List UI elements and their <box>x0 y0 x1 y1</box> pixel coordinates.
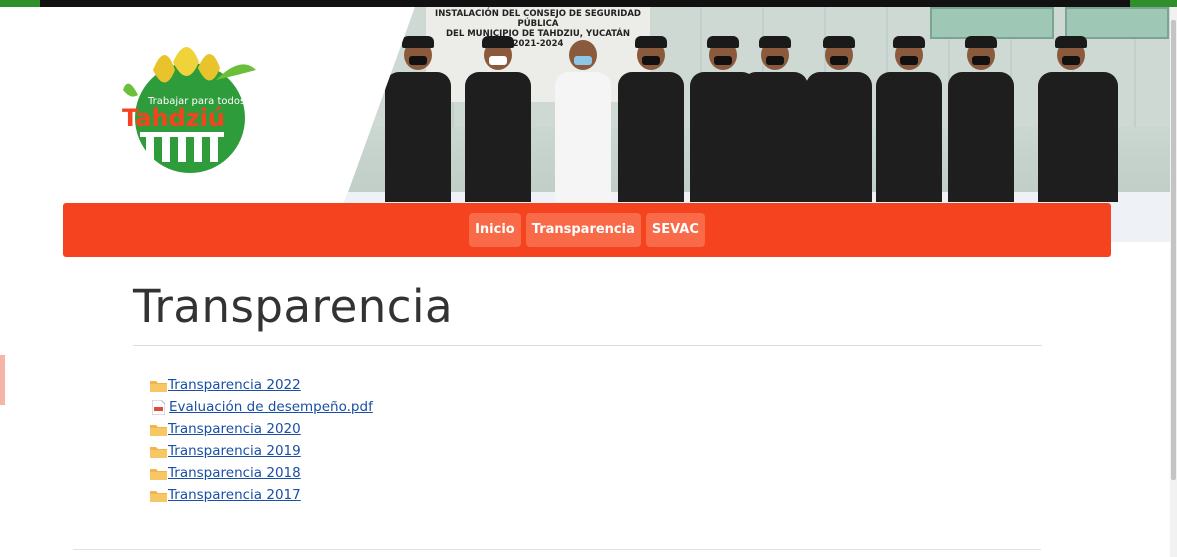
photo-window <box>1065 7 1169 39</box>
photo-person <box>465 36 531 202</box>
photo-person <box>876 36 942 202</box>
file-link[interactable]: Transparencia 2018 <box>168 465 301 481</box>
file-list: Transparencia 2022 Evaluación de desempe… <box>150 374 373 506</box>
top-strip-accent <box>1130 0 1177 7</box>
list-item: Transparencia 2022 <box>150 374 373 396</box>
folder-icon <box>150 468 167 480</box>
folder-icon <box>150 446 167 458</box>
photo-person <box>948 36 1014 202</box>
list-item: Transparencia 2019 <box>150 440 373 462</box>
list-item: Transparencia 2020 <box>150 418 373 440</box>
top-window-strip <box>0 0 1177 7</box>
page-title: Transparencia <box>133 280 454 333</box>
footer-divider <box>73 549 1041 550</box>
file-link[interactable]: Transparencia 2022 <box>168 377 301 393</box>
file-link[interactable]: Transparencia 2020 <box>168 421 301 437</box>
folder-icon <box>150 424 167 436</box>
nav-sevac[interactable]: SEVAC <box>645 213 705 247</box>
photo-person <box>618 36 684 202</box>
logo-subtitle: AYUNTAMIENTO 2021-2024 <box>146 132 201 137</box>
nav-transparencia[interactable]: Transparencia <box>525 213 641 247</box>
scrollbar-thumb[interactable] <box>1171 20 1176 480</box>
file-link[interactable]: Evaluación de desempeño.pdf <box>169 399 373 415</box>
main-navbar: Inicio Transparencia SEVAC <box>63 203 1111 257</box>
title-divider <box>133 345 1042 346</box>
photo-person <box>550 40 616 202</box>
tahdziu-logo: Trabajar para todos Tahdziú AYUNTAMIENTO… <box>122 47 256 173</box>
banner-sign: INSTALACIÓN DEL CONSEJO DE SEGURIDAD PÚB… <box>426 7 650 102</box>
list-item: Transparencia 2018 <box>150 462 373 484</box>
left-edge-decoration <box>0 355 5 405</box>
photo-person <box>742 36 808 202</box>
file-link[interactable]: Transparencia 2017 <box>168 487 301 503</box>
list-item: Evaluación de desempeño.pdf <box>150 396 373 418</box>
top-strip-accent <box>0 0 40 7</box>
photo-person <box>385 36 451 202</box>
folder-icon <box>150 490 167 502</box>
list-item: Transparencia 2017 <box>150 484 373 506</box>
folder-icon <box>150 380 167 392</box>
nav-inicio[interactable]: Inicio <box>469 213 521 247</box>
file-link[interactable]: Transparencia 2019 <box>168 443 301 459</box>
photo-person <box>806 36 872 202</box>
banner-sign-line: 2021-2024 <box>512 39 564 49</box>
banner-sign-line: DEL MUNICIPIO DE TAHDZIU, YUCATÁN <box>445 29 631 39</box>
banner-sign-line: INSTALACIÓN DEL CONSEJO DE SEGURIDAD PÚB… <box>435 9 641 29</box>
logo-name: Tahdziú <box>122 104 225 132</box>
pdf-icon <box>152 399 165 415</box>
photo-person <box>1038 36 1118 202</box>
photo-window <box>930 7 1054 39</box>
